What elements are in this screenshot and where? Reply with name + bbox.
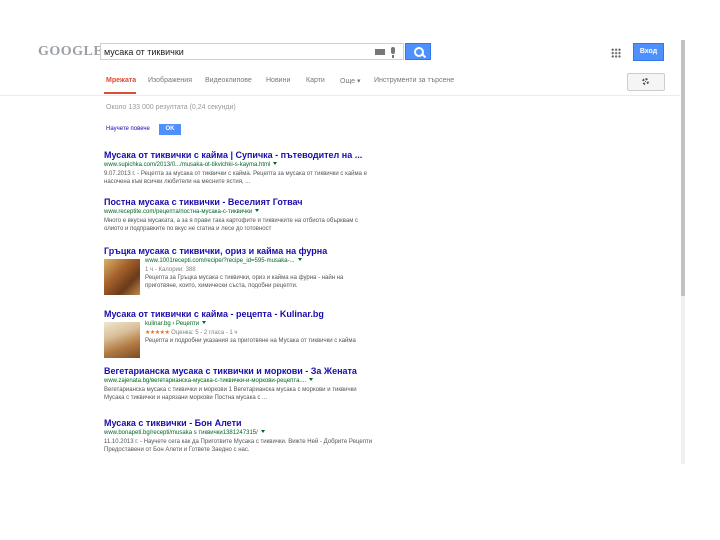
result-url: www.supichka.com/2013/0.../musaka-ot-tik…	[104, 161, 374, 170]
search-input[interactable]	[104, 45, 364, 58]
result-body: kulinar.bg › Рецепти ★★★★★ Оценка: 5 - 2…	[104, 320, 374, 358]
microphone-icon[interactable]	[391, 47, 395, 58]
result-url-text: www.supichka.com/2013/0.../musaka-ot-tik…	[104, 162, 271, 168]
learn-more-link[interactable]: Научете повече	[106, 126, 150, 132]
result-thumbnail[interactable]	[104, 259, 140, 295]
header-divider	[0, 95, 680, 96]
tab-web[interactable]: Мрежата	[106, 77, 136, 84]
search-result: Вегетарианска мусака с тиквички и морков…	[104, 366, 374, 402]
result-meta: ★★★★★ Оценка: 5 - 2 гласа - 1 ч	[145, 329, 374, 337]
result-url: www.bonapeti.bg/recepti/musaka s тиквичк…	[104, 429, 374, 438]
result-title-link[interactable]: Вегетарианска мусака с тиквички и морков…	[104, 366, 374, 377]
search-result: Мусака от тиквички с кайма | Супичка - п…	[104, 150, 374, 186]
result-url-text: kulinar.bg › Рецепти	[145, 321, 200, 327]
result-title-link[interactable]: Мусака с тиквички - Бон Алети	[104, 418, 374, 429]
tab-news[interactable]: Новини	[266, 77, 290, 84]
google-logo[interactable]: GOOGLE	[38, 44, 103, 60]
result-url: www.1001recepti.com/recipe/?recipe_id=59…	[145, 257, 374, 266]
result-title-link[interactable]: Гръцка мусака с тиквички, ориз и кайма н…	[104, 246, 374, 257]
result-url-text: www.zajenata.bg/вегетарианска-мусака-с-т…	[104, 378, 307, 384]
result-url-text: www.bonapeti.bg/recepti/musaka s тиквичк…	[104, 430, 258, 436]
search-box[interactable]	[100, 43, 404, 60]
result-url-text: www.receptite.com/рецепта/постна-мусака-…	[104, 209, 253, 215]
result-snippet: Вегетарианска мусака с тиквички и морков…	[104, 387, 357, 401]
dropdown-arrow-icon[interactable]	[273, 162, 278, 165]
result-thumbnail[interactable]	[104, 322, 140, 358]
result-url-text: www.1001recepti.com/recipe/?recipe_id=59…	[145, 258, 295, 264]
keyboard-icon[interactable]	[375, 49, 385, 55]
search-result: Мусака от тиквички с кайма - рецепта - K…	[104, 309, 374, 358]
tab-search-tools[interactable]: Инструменти за търсене	[374, 77, 454, 84]
dropdown-arrow-icon[interactable]	[255, 209, 260, 212]
tab-images[interactable]: Изображения	[148, 77, 192, 84]
search-result: Гръцка мусака с тиквички, ориз и кайма н…	[104, 246, 374, 295]
result-meta: 1 ч - Калории: 388	[145, 267, 196, 273]
apps-grid-icon[interactable]	[611, 48, 621, 58]
search-tabs: Мрежата Изображения Видеоклипове Новини …	[0, 70, 720, 94]
result-stats: Около 133 000 резултата (0,24 секунди)	[106, 104, 236, 111]
result-title-link[interactable]: Мусака от тиквички с кайма | Супичка - п…	[104, 150, 374, 161]
scrollbar-thumb[interactable]	[681, 40, 685, 296]
dropdown-arrow-icon[interactable]	[260, 430, 265, 433]
dropdown-arrow-icon[interactable]	[297, 258, 302, 261]
result-body: www.1001recepti.com/recipe/?recipe_id=59…	[104, 257, 374, 295]
result-title-link[interactable]: Мусака от тиквички с кайма - рецепта - K…	[104, 309, 374, 320]
gear-icon	[642, 78, 649, 85]
rating-stars: ★★★★★	[145, 330, 170, 336]
result-snippet: Много е вкусна мусаката, а за я прави та…	[104, 218, 359, 232]
search-button[interactable]	[405, 43, 431, 60]
result-snippet: Рецепта и подробни указания за приготвян…	[145, 338, 356, 344]
result-url: www.receptite.com/рецепта/постна-мусака-…	[104, 208, 374, 217]
result-url: kulinar.bg › Рецепти	[145, 320, 374, 329]
search-result: Мусака с тиквички - Бон Алети www.bonape…	[104, 418, 374, 454]
result-url: www.zajenata.bg/вегетарианска-мусака-с-т…	[104, 377, 374, 386]
tab-maps[interactable]: Карти	[306, 77, 325, 84]
search-icon	[414, 47, 424, 57]
result-snippet: 11.10.2013 г. - Научете сега как да Приг…	[104, 439, 373, 453]
active-tab-indicator	[104, 92, 136, 94]
result-snippet: 9.07.2013 г. - Рецепта за мусака от тикв…	[104, 171, 367, 185]
dropdown-arrow-icon[interactable]	[309, 378, 314, 381]
search-result: Постна мусака с тиквички - Веселият Готв…	[104, 197, 374, 233]
tab-more[interactable]: Още ▾	[340, 77, 360, 85]
rating-text: Оценка: 5 - 2 гласа - 1 ч	[171, 330, 238, 336]
result-snippet: Рецепта за Гръцка мусака с тиквички, ори…	[145, 275, 344, 289]
dropdown-arrow-icon[interactable]	[202, 321, 207, 324]
vertical-scrollbar[interactable]	[681, 40, 685, 464]
logo-text: GOOGLE	[38, 44, 104, 59]
ok-button[interactable]: OK	[159, 124, 181, 135]
result-title-link[interactable]: Постна мусака с тиквички - Веселият Готв…	[104, 197, 374, 208]
login-button[interactable]: Вход	[633, 43, 664, 61]
tab-videos[interactable]: Видеоклипове	[205, 77, 252, 84]
settings-button[interactable]	[627, 73, 665, 91]
